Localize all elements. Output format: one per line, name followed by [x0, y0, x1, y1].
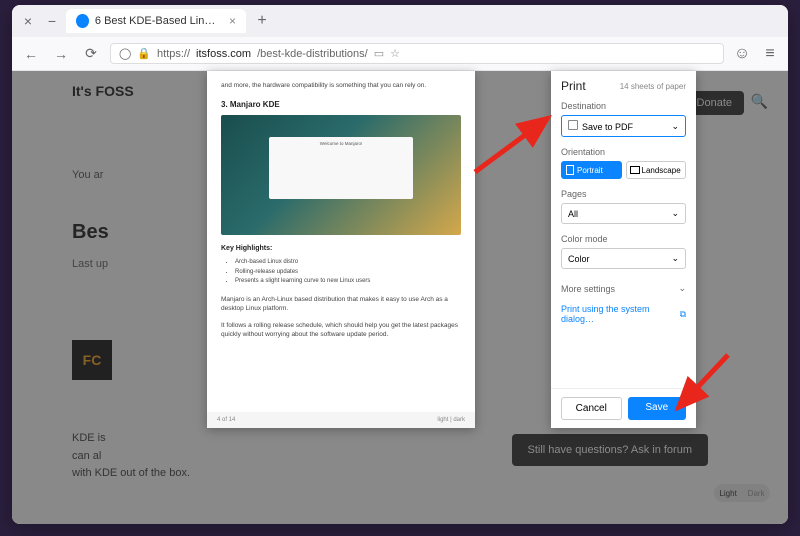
system-dialog-link[interactable]: Print using the system dialog… ⧉: [561, 304, 686, 324]
color-select[interactable]: Color ⌄: [561, 248, 686, 269]
preview-dialog: Welcome to Manjaro!: [269, 137, 413, 199]
url-bar: ← → ⟳ ◯ 🔒 https:// itsfoss.com/best-kde-d…: [12, 37, 788, 71]
landscape-icon: [630, 166, 640, 174]
tab-close-icon[interactable]: ×: [229, 14, 236, 28]
shield-icon: ◯: [119, 47, 131, 60]
more-settings-label: More settings: [561, 284, 615, 294]
preview-subheading: Key Highlights:: [221, 245, 461, 252]
print-title: Print: [561, 79, 586, 93]
destination-label: Destination: [561, 101, 686, 111]
cancel-button[interactable]: Cancel: [561, 397, 622, 420]
list-item: Rolling-release updates: [235, 268, 461, 278]
preview-heading: 3. Manjaro KDE: [221, 100, 461, 109]
bookmark-icon[interactable]: ☆: [390, 47, 400, 60]
url-path: /best-kde-distributions/: [257, 48, 368, 60]
preview-list: Arch-based Linux distro Rolling-release …: [221, 258, 461, 287]
preview-text: and more, the hardware compatibility is …: [221, 81, 461, 90]
pages-select[interactable]: All ⌄: [561, 203, 686, 224]
preview-footer: 4 of 14 light | dark: [207, 412, 475, 428]
external-link-icon: ⧉: [680, 309, 686, 320]
reader-icon[interactable]: ▭: [374, 47, 384, 60]
pages-value: All: [568, 209, 578, 219]
account-icon[interactable]: ☺: [732, 44, 752, 64]
print-dialog: Print 14 sheets of paper Destination Sav…: [551, 71, 696, 428]
preview-footer-right: light | dark: [437, 417, 465, 423]
tab-title: 6 Best KDE-Based Linux Di: [95, 15, 219, 27]
pages-label: Pages: [561, 189, 686, 199]
list-item: Arch-based Linux distro: [235, 258, 461, 268]
window-minimize-icon[interactable]: −: [42, 13, 62, 29]
url-host: itsfoss.com: [196, 48, 251, 60]
portrait-button[interactable]: Portrait: [561, 161, 622, 179]
back-button[interactable]: ←: [20, 43, 42, 65]
preview-text: Manjaro is an Arch-Linux based distribut…: [221, 295, 461, 313]
print-preview-pane[interactable]: and more, the hardware compatibility is …: [207, 71, 475, 428]
favicon-icon: [76, 14, 89, 28]
sheet-count: 14 sheets of paper: [620, 82, 686, 91]
new-tab-button[interactable]: +: [250, 12, 274, 30]
preview-screenshot: Welcome to Manjaro!: [221, 115, 461, 235]
chevron-down-icon: ⌄: [671, 121, 679, 132]
color-label: Color mode: [561, 234, 686, 244]
lock-icon: 🔒: [137, 47, 151, 60]
tab-bar: × − 6 Best KDE-Based Linux Di × +: [12, 5, 788, 37]
window-close-icon[interactable]: ×: [18, 13, 38, 29]
save-button[interactable]: Save: [628, 397, 687, 420]
page-indicator: 4 of 14: [217, 417, 235, 423]
pdf-icon: [568, 120, 578, 130]
list-item: Presents a slight learning curve to new …: [235, 277, 461, 287]
more-settings-toggle[interactable]: More settings ⌄: [561, 279, 686, 298]
preview-text: It follows a rolling release schedule, w…: [221, 321, 461, 339]
chevron-down-icon: ⌄: [671, 208, 679, 219]
reload-button[interactable]: ⟳: [80, 43, 102, 65]
orientation-label: Orientation: [561, 147, 686, 157]
chevron-down-icon: ⌄: [671, 253, 679, 264]
url-field[interactable]: ◯ 🔒 https:// itsfoss.com/best-kde-distrib…: [110, 43, 724, 64]
destination-value: Save to PDF: [582, 122, 633, 132]
chevron-down-icon: ⌄: [678, 283, 686, 294]
portrait-icon: [566, 165, 574, 175]
forward-button[interactable]: →: [50, 43, 72, 65]
menu-icon[interactable]: ≡: [760, 44, 780, 64]
destination-select[interactable]: Save to PDF ⌄: [561, 115, 686, 137]
color-value: Color: [568, 254, 590, 264]
url-prefix: https://: [157, 48, 190, 60]
browser-tab[interactable]: 6 Best KDE-Based Linux Di ×: [66, 9, 246, 33]
browser-window: × − 6 Best KDE-Based Linux Di × + ← → ⟳ …: [12, 5, 788, 524]
landscape-button[interactable]: Landscape: [626, 161, 687, 179]
